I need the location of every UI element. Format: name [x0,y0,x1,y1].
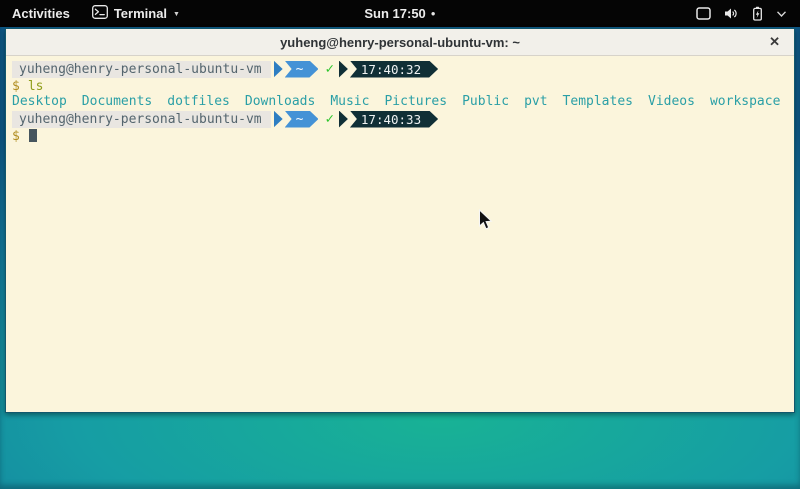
terminal-window: yuheng@henry-personal-ubuntu-vm: ~ ✕ yuh… [5,28,795,413]
command-line: $ ls [12,79,794,94]
ls-output-line: Desktop Documents dotfiles Downloads Music Pi… [12,94,794,109]
directory-name: Public [462,94,509,109]
status-check-icon: ✓ [325,61,333,77]
directory-name: Desktop [12,94,67,109]
battery-charging-icon [751,6,764,21]
prompt-user-segment: yuheng@henry-personal-ubuntu-vm [12,61,271,78]
notification-dot: ● [431,0,436,27]
terminal-icon [92,5,108,22]
powerline-arrow-icon [274,111,283,128]
app-menu-terminal[interactable]: Terminal ▼ [82,0,190,27]
gnome-top-bar: Activities Terminal ▼ Sun 17:50 ● [0,0,800,27]
directory-name: Videos [648,94,695,109]
directory-name: Music [330,94,369,109]
volume-icon [724,7,738,20]
clock-button[interactable]: Sun 17:50 ● [356,0,443,27]
directory-name: Downloads [245,94,315,109]
prompt-time-badge: 17:40:33 [350,111,438,128]
close-button[interactable]: ✕ [769,29,780,55]
terminal-content[interactable]: yuheng@henry-personal-ubuntu-vm ~ ✓ 17:4… [6,57,794,412]
powerline-arrow-icon [274,61,283,78]
directory-name: workspace [710,94,780,109]
prompt-symbol: $ [12,79,20,94]
input-line[interactable]: $ [12,129,794,144]
chevron-down-icon: ▼ [173,11,180,18]
directory-name: Pictures [384,94,447,109]
system-tray[interactable] [690,0,792,27]
status-check-icon: ✓ [325,111,333,127]
prompt-path-segment: ~ [285,61,319,78]
desktop: Activities Terminal ▼ Sun 17:50 ● [0,0,800,489]
window-titlebar[interactable]: yuheng@henry-personal-ubuntu-vm: ~ ✕ [6,29,794,56]
prompt-user-segment: yuheng@henry-personal-ubuntu-vm [12,111,271,128]
display-icon [696,7,711,20]
prompt-time-badge: 17:40:32 [350,61,438,78]
directory-name: pvt [524,94,547,109]
prompt-path-segment: ~ [285,111,319,128]
directory-name: Documents [82,94,152,109]
command-text: ls [28,79,44,94]
prompt-line: yuheng@henry-personal-ubuntu-vm ~ ✓ 17:4… [12,60,794,78]
prompt-symbol: $ [12,129,20,144]
window-title: yuheng@henry-personal-ubuntu-vm: ~ [280,35,520,50]
app-menu-label: Terminal [114,6,167,21]
powerline-arrow-icon [339,111,348,128]
prompt-line: yuheng@henry-personal-ubuntu-vm ~ ✓ 17:4… [12,110,794,128]
activities-button[interactable]: Activities [0,0,82,27]
directory-name: dotfiles [167,94,230,109]
clock-label: Sun 17:50 [364,6,425,21]
powerline-arrow-icon [339,61,348,78]
mouse-cursor-icon [478,209,493,236]
directory-name: Templates [563,94,633,109]
text-cursor [29,129,37,142]
activities-label: Activities [12,6,70,21]
chevron-down-icon [777,11,786,17]
